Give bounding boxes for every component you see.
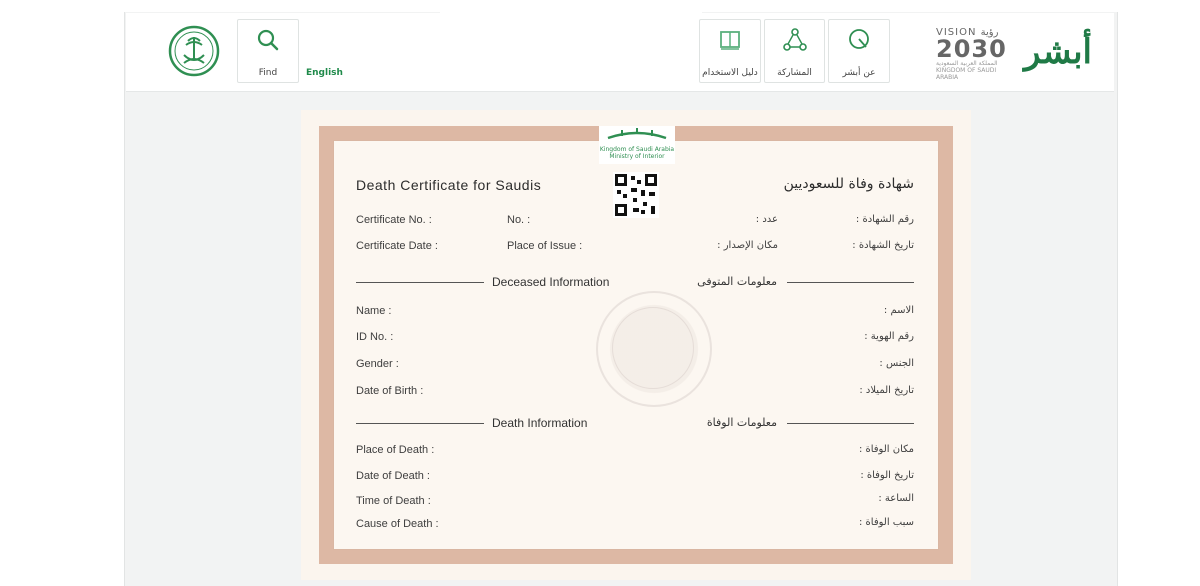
palm-swords-icon [168, 25, 220, 77]
share-tile[interactable]: المشاركة [764, 19, 825, 83]
time-of-death-label-ar: الساعة : [878, 493, 914, 504]
title-en: Death Certificate for Saudis [356, 177, 542, 193]
share-icon [782, 28, 807, 51]
certificate-no-label: Certificate No. : [356, 214, 432, 226]
id-no-label-ar: رقم الهوية : [864, 331, 914, 342]
emblem-watermark-icon [596, 291, 712, 407]
absher-logo: أبشر [1024, 32, 1092, 72]
date-of-birth-label-ar: تاريخ الميلاد : [859, 385, 914, 396]
about-absher-label: عن أبشر [842, 68, 876, 78]
date-of-birth-label: Date of Birth : [356, 385, 424, 397]
gender-label: Gender : [356, 358, 399, 370]
vision-2030-logo: VISION رؤية 2030 المملكة العربية السعودي… [936, 27, 1016, 83]
vision-year: 2030 [936, 35, 1007, 63]
no-label-ar: عدد : [755, 214, 778, 225]
certificate-no-label-ar: رقم الشهادة : [855, 214, 914, 225]
deceased-section-title-ar: معلومات المتوفى [697, 275, 777, 288]
deceased-section-title: Deceased Information [492, 275, 610, 289]
death-section-title: Death Information [492, 416, 588, 430]
certificate-date-label-ar: تاريخ الشهادة : [852, 240, 914, 251]
search-tile-label: Find [258, 68, 278, 78]
time-of-death-label: Time of Death : [356, 495, 431, 507]
search-icon [257, 29, 279, 51]
header-bar: Find English دليل الاستخدام المشاركة عن … [126, 13, 1114, 92]
kingdom-logo-sub: Ministry of Interior [609, 153, 665, 160]
id-no-label: ID No. : [356, 331, 394, 343]
section-divider [787, 423, 914, 424]
place-of-death-label-ar: مكان الوفاة : [858, 444, 914, 455]
vision-sub: المملكة العربية السعودية KINGDOM OF SAUD… [936, 60, 998, 81]
name-label: Name : [356, 305, 392, 317]
language-toggle[interactable]: English [306, 68, 343, 78]
name-label-ar: الاسم : [883, 305, 914, 316]
kingdom-logo: Kingdom of Saudi Arabia Ministry of Inte… [599, 126, 675, 164]
certificate-date-label: Certificate Date : [356, 240, 438, 252]
user-guide-label: دليل الاستخدام [702, 68, 758, 78]
user-guide-tile[interactable]: دليل الاستخدام [699, 19, 761, 83]
cause-of-death-label-ar: سبب الوفاة : [859, 517, 914, 528]
qr-code-icon [613, 172, 659, 218]
book-icon [720, 31, 740, 50]
place-of-death-label: Place of Death : [356, 444, 435, 456]
certificate: Kingdom of Saudi Arabia Ministry of Inte… [301, 110, 971, 580]
kingdom-logo-text: Kingdom of Saudi Arabia [599, 146, 675, 153]
gender-label-ar: الجنس : [879, 358, 914, 369]
date-of-death-label: Date of Death : [356, 470, 430, 482]
search-tile[interactable]: Find [237, 19, 299, 83]
place-of-issue-label: Place of Issue : [507, 240, 583, 252]
cause-of-death-label: Cause of Death : [356, 518, 439, 530]
no-label: No. : [507, 214, 531, 226]
death-section-title-ar: معلومات الوفاة [706, 416, 777, 429]
place-of-issue-label-ar: مكان الإصدار : [717, 240, 778, 251]
chat-icon [849, 29, 869, 49]
palm-swords-icon [607, 128, 667, 140]
share-label: المشاركة [777, 68, 812, 78]
about-absher-tile[interactable]: عن أبشر [828, 19, 890, 83]
section-divider [356, 423, 484, 424]
section-divider [356, 282, 484, 283]
ministry-emblem [168, 25, 220, 81]
date-of-death-label-ar: تاريخ الوفاة : [860, 470, 914, 481]
section-divider [787, 282, 914, 283]
title-ar: شهادة وفاة للسعوديين [783, 176, 914, 192]
